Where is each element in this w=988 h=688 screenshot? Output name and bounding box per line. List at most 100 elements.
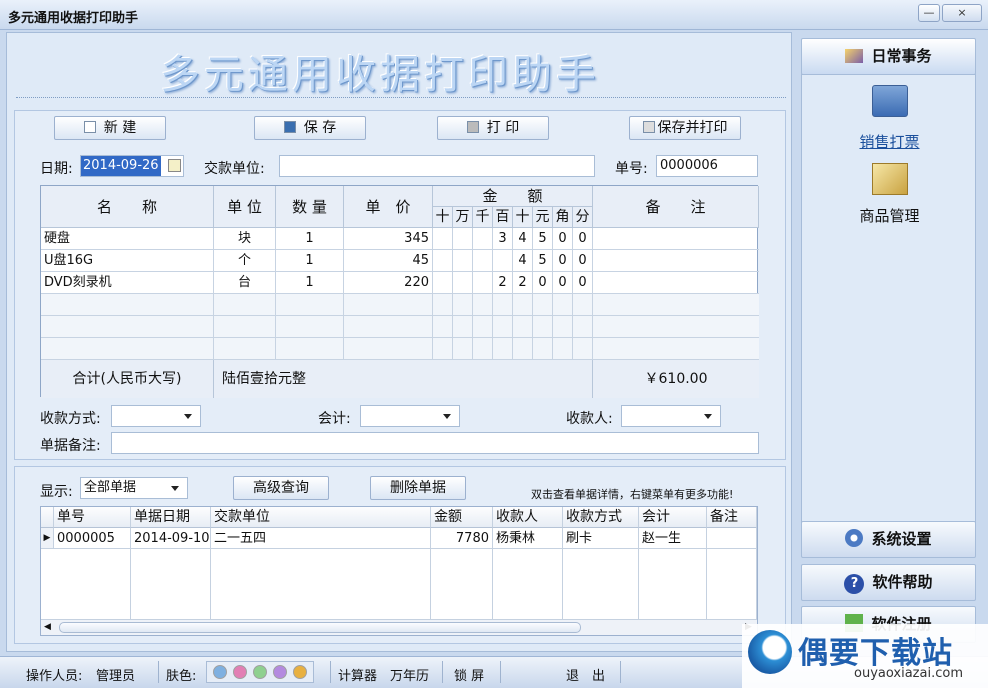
- grid-header[interactable]: 单号: [54, 507, 131, 528]
- grid-cell[interactable]: 7780: [431, 528, 493, 549]
- item-price[interactable]: [344, 316, 433, 338]
- grid-header[interactable]: 收款方式: [563, 507, 639, 528]
- amount-digit: 3: [493, 228, 513, 250]
- table-row[interactable]: [41, 338, 759, 360]
- item-price[interactable]: [344, 294, 433, 316]
- amount-digit: [433, 272, 453, 294]
- grid-header[interactable]: 备注: [707, 507, 757, 528]
- date-picker[interactable]: 2014-09-26: [80, 155, 184, 177]
- floppy-icon: [283, 121, 296, 133]
- minimize-button[interactable]: —: [918, 4, 940, 22]
- grid-cell[interactable]: 杨秉林: [493, 528, 563, 549]
- grid-cell[interactable]: 赵一生: [639, 528, 707, 549]
- grid-header[interactable]: 单据日期: [131, 507, 211, 528]
- skin-swatch[interactable]: [213, 665, 227, 679]
- new-button[interactable]: 新 建: [54, 116, 166, 140]
- save-print-button[interactable]: 保存并打印: [629, 116, 741, 140]
- item-name[interactable]: [41, 338, 214, 360]
- exit-button[interactable]: 退 出: [566, 665, 605, 684]
- number-input[interactable]: 0000006: [656, 155, 758, 177]
- item-name[interactable]: [41, 316, 214, 338]
- print-button[interactable]: 打 印: [437, 116, 549, 140]
- calendar-button[interactable]: 万年历: [390, 665, 429, 684]
- item-price[interactable]: 345: [344, 228, 433, 250]
- item-price[interactable]: 220: [344, 272, 433, 294]
- item-unit[interactable]: 台: [214, 272, 276, 294]
- scrollbar-thumb[interactable]: [59, 622, 581, 633]
- table-row[interactable]: [41, 294, 759, 316]
- show-filter-select[interactable]: 全部单据: [80, 477, 188, 499]
- item-name[interactable]: [41, 294, 214, 316]
- item-price[interactable]: 45: [344, 250, 433, 272]
- product-box-icon[interactable]: [872, 163, 908, 195]
- item-note[interactable]: [593, 228, 759, 250]
- receipt-table: 名 称 单 位 数 量 单 价 金 额 十万千百十元角分 备 注 硬盘块 1 345…: [40, 185, 759, 398]
- grid-cell[interactable]: 0000005: [54, 528, 131, 549]
- amount-digit: [453, 316, 473, 338]
- table-row[interactable]: DVD刻录机台 1 220 2 2 0 0 0: [41, 272, 759, 294]
- receiver-select[interactable]: [621, 405, 721, 427]
- item-unit[interactable]: [214, 338, 276, 360]
- calculator-button[interactable]: 计算器: [338, 665, 377, 684]
- item-unit[interactable]: [214, 316, 276, 338]
- skin-swatch[interactable]: [293, 665, 307, 679]
- help-button[interactable]: ? 软件帮助: [801, 564, 976, 601]
- table-row[interactable]: U盘16G 个 1 45 4 5 0 0: [41, 250, 759, 272]
- item-qty[interactable]: 1: [276, 250, 344, 272]
- table-row[interactable]: 硬盘块 1 345 3 4 5 0 0: [41, 228, 759, 250]
- amount-digit: [513, 316, 533, 338]
- cash-register-icon[interactable]: [872, 85, 908, 117]
- item-name[interactable]: DVD刻录机: [41, 272, 214, 294]
- calendar-icon[interactable]: [168, 159, 181, 172]
- grid-cell[interactable]: [707, 528, 757, 549]
- header-note: 备 注: [593, 186, 759, 228]
- item-qty[interactable]: 1: [276, 228, 344, 250]
- skin-swatch[interactable]: [273, 665, 287, 679]
- advanced-query-button[interactable]: 高级查询: [233, 476, 329, 500]
- grid-cell[interactable]: 刷卡: [563, 528, 639, 549]
- item-unit[interactable]: [214, 294, 276, 316]
- close-button[interactable]: ×: [942, 4, 982, 22]
- grid-header[interactable]: 会计: [639, 507, 707, 528]
- skin-swatch[interactable]: [233, 665, 247, 679]
- item-qty[interactable]: [276, 338, 344, 360]
- item-name[interactable]: 硬盘: [41, 228, 214, 250]
- skin-swatch[interactable]: [253, 665, 267, 679]
- sidebar-item-sales[interactable]: 销售打票: [802, 131, 977, 152]
- item-qty[interactable]: [276, 316, 344, 338]
- scroll-left-icon[interactable]: ◀: [44, 622, 51, 632]
- notebook-icon: [845, 49, 864, 63]
- grid-header[interactable]: 收款人: [493, 507, 563, 528]
- item-name[interactable]: U盘16G: [41, 250, 214, 272]
- grid-header[interactable]: 交款单位: [211, 507, 431, 528]
- grid-cell[interactable]: 二一五四: [211, 528, 431, 549]
- payment-method-select[interactable]: [111, 405, 201, 427]
- grid-cell[interactable]: 2014-09-10: [131, 528, 211, 549]
- item-qty[interactable]: [276, 294, 344, 316]
- settings-button[interactable]: 系统设置: [801, 521, 976, 558]
- horizontal-scrollbar[interactable]: ◀ ▶: [41, 619, 757, 635]
- table-row[interactable]: [41, 316, 759, 338]
- item-unit[interactable]: 块: [214, 228, 276, 250]
- accountant-select[interactable]: [360, 405, 460, 427]
- item-note[interactable]: [593, 272, 759, 294]
- amount-digit: [473, 250, 493, 272]
- item-price[interactable]: [344, 338, 433, 360]
- amount-digit: 0: [573, 272, 593, 294]
- delete-receipt-button[interactable]: 删除单据: [370, 476, 466, 500]
- payer-input[interactable]: [279, 155, 595, 177]
- item-qty[interactable]: 1: [276, 272, 344, 294]
- grid-header[interactable]: 金额: [431, 507, 493, 528]
- save-button[interactable]: 保 存: [254, 116, 366, 140]
- daily-tasks-header[interactable]: 日常事务: [801, 38, 976, 75]
- item-note[interactable]: [593, 316, 759, 338]
- remark-input[interactable]: [111, 432, 759, 454]
- sidebar-item-products[interactable]: 商品管理: [802, 205, 977, 226]
- item-note[interactable]: [593, 294, 759, 316]
- item-note[interactable]: [593, 338, 759, 360]
- item-note[interactable]: [593, 250, 759, 272]
- lock-screen-button[interactable]: 锁 屏: [454, 665, 484, 684]
- item-unit[interactable]: 个: [214, 250, 276, 272]
- header-amount: 金 额: [433, 186, 593, 207]
- amount-digit: [493, 338, 513, 360]
